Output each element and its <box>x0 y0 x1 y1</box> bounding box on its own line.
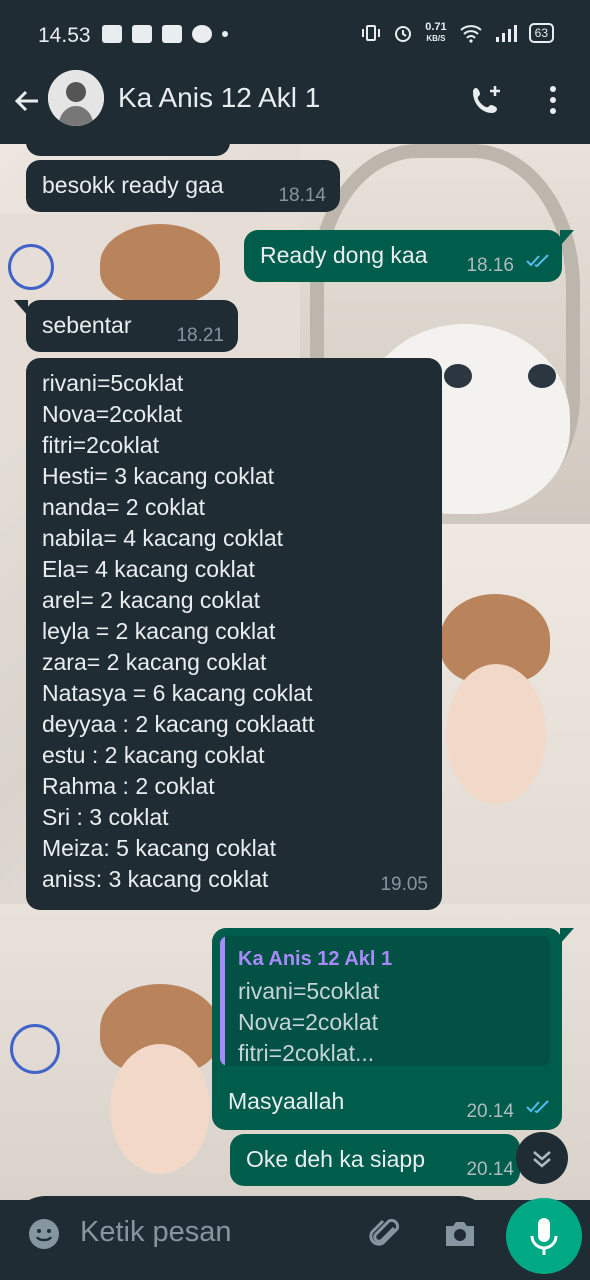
message-line: Nova=2coklat <box>42 401 182 427</box>
message-time: 18.21 <box>176 325 224 346</box>
message-text: Oke deh ka siapp <box>246 1146 426 1172</box>
message-line: Ela= 4 kacang coklat <box>42 556 255 582</box>
more-options-icon[interactable] <box>538 82 568 118</box>
message-line: Hesti= 3 kacang coklat <box>42 463 275 489</box>
read-ticks-icon <box>526 1100 549 1114</box>
shopping-bag-icon <box>132 25 152 43</box>
message-line: nabila= 4 kacang coklat <box>42 525 284 551</box>
bubble-tail <box>14 300 28 316</box>
wallpaper-hair <box>100 224 220 304</box>
bubble-tail <box>560 230 574 246</box>
message-line: Sri : 3 coklat <box>42 804 169 830</box>
quote-author: Ka Anis 12 Akl 1 <box>238 948 393 970</box>
wallpaper-cat-eye <box>444 364 472 388</box>
scroll-to-bottom-button[interactable] <box>516 1132 568 1184</box>
message-outgoing[interactable]: Ready dong kaa 18.16 <box>244 230 562 282</box>
back-arrow-icon[interactable] <box>12 86 42 116</box>
chat-area[interactable]: besokk ready gaa 18.14 Ready dong kaa 18… <box>0 144 590 1200</box>
double-chevron-down-icon <box>533 1151 551 1168</box>
voice-message-button[interactable] <box>506 1198 582 1274</box>
add-call-icon[interactable] <box>468 82 504 118</box>
more-notifications-icon <box>222 31 228 37</box>
signal-icon <box>495 25 517 42</box>
paperclip-icon[interactable] <box>366 1214 406 1254</box>
message-outgoing[interactable]: Oke deh ka siapp 20.14 <box>230 1134 520 1186</box>
message-line: fitri=2coklat <box>42 432 159 458</box>
message-line: zara= 2 kacang coklat <box>42 649 267 675</box>
message-incoming[interactable]: sebentar 18.21 <box>26 300 238 352</box>
wifi-icon <box>459 25 482 43</box>
message-text: Masyaallah <box>228 1088 345 1114</box>
message-line: nanda= 2 coklat <box>42 494 206 520</box>
status-time: 14.53 <box>38 24 91 47</box>
message-line: leyla = 2 kacang coklat <box>42 618 276 644</box>
quote-line: rivani=5coklat <box>238 978 380 1004</box>
quote-accent-bar <box>220 936 225 1066</box>
message-line: Rahma : 2 coklat <box>42 773 215 799</box>
notification-icons <box>102 25 228 43</box>
message-outgoing-reply[interactable]: Ka Anis 12 Akl 1 rivani=5coklat Nova=2co… <box>212 928 562 1130</box>
message-time: 19.05 <box>380 874 428 895</box>
status-bar: 14.53 0.71 KB/S 63 <box>0 0 590 66</box>
message-time: 18.16 <box>466 255 514 276</box>
contact-avatar[interactable] <box>48 70 104 126</box>
contact-name[interactable]: Ka Anis 12 Akl 1 <box>118 82 320 114</box>
message-incoming[interactable]: besokk ready gaa 18.14 <box>26 160 340 212</box>
system-status-icons: 0.71 KB/S 63 <box>361 22 554 44</box>
quoted-message[interactable]: Ka Anis 12 Akl 1 rivani=5coklat Nova=2co… <box>220 936 550 1066</box>
message-line: aniss: 3 kacang coklat <box>42 866 269 892</box>
composer: Ketik pesan <box>0 1186 590 1280</box>
message-line: arel= 2 kacang coklat <box>42 587 260 613</box>
message-incoming-list[interactable]: rivani=5coklat Nova=2coklat fitri=2cokla… <box>26 358 442 910</box>
message-line: rivani=5coklat <box>42 370 184 396</box>
message-text: besokk ready gaa <box>42 172 224 198</box>
wallpaper-scribble <box>10 1024 60 1074</box>
vibrate-icon <box>362 25 381 41</box>
pinterest-icon <box>192 25 212 43</box>
wallpaper-face <box>110 1044 210 1174</box>
message-text: sebentar <box>42 312 132 338</box>
read-ticks-icon <box>526 254 549 268</box>
wallpaper-scribble <box>8 244 54 290</box>
battery-indicator: 63 <box>528 23 554 43</box>
emoji-icon[interactable] <box>26 1216 62 1252</box>
message-line: deyyaa : 2 kacang coklaatt <box>42 711 315 737</box>
message-time: 20.14 <box>466 1159 514 1180</box>
wallpaper-face <box>446 664 546 804</box>
message-line: Meiza: 5 kacang coklat <box>42 835 276 861</box>
message-placeholder: Ketik pesan <box>80 1216 232 1248</box>
quote-line: Nova=2coklat <box>238 1009 378 1035</box>
chat-header: Ka Anis 12 Akl 1 <box>0 66 590 144</box>
wallpaper-cat-eye <box>528 364 556 388</box>
message-line: Natasya = 6 kacang coklat <box>42 680 313 706</box>
message-bubble-partial <box>26 144 230 156</box>
message-text: Ready dong kaa <box>260 242 428 268</box>
message-time: 18.14 <box>278 185 326 206</box>
message-input[interactable]: Ketik pesan <box>8 1196 496 1272</box>
camera-icon[interactable] <box>440 1214 480 1254</box>
youtube-icon <box>162 25 182 43</box>
incognito-icon <box>102 25 122 43</box>
microphone-icon <box>530 1218 558 1255</box>
message-line: estu : 2 kacang coklat <box>42 742 265 768</box>
alarm-icon <box>395 26 412 42</box>
quote-line: fitri=2coklat... <box>238 1040 375 1066</box>
network-speed: 0.71 KB/S <box>425 21 447 44</box>
bubble-tail <box>560 928 574 944</box>
message-time: 20.14 <box>466 1101 514 1122</box>
message-text-lines: rivani=5coklat Nova=2coklat fitri=2cokla… <box>42 368 314 895</box>
quote-text: rivani=5coklat Nova=2coklat fitri=2cokla… <box>238 976 379 1066</box>
